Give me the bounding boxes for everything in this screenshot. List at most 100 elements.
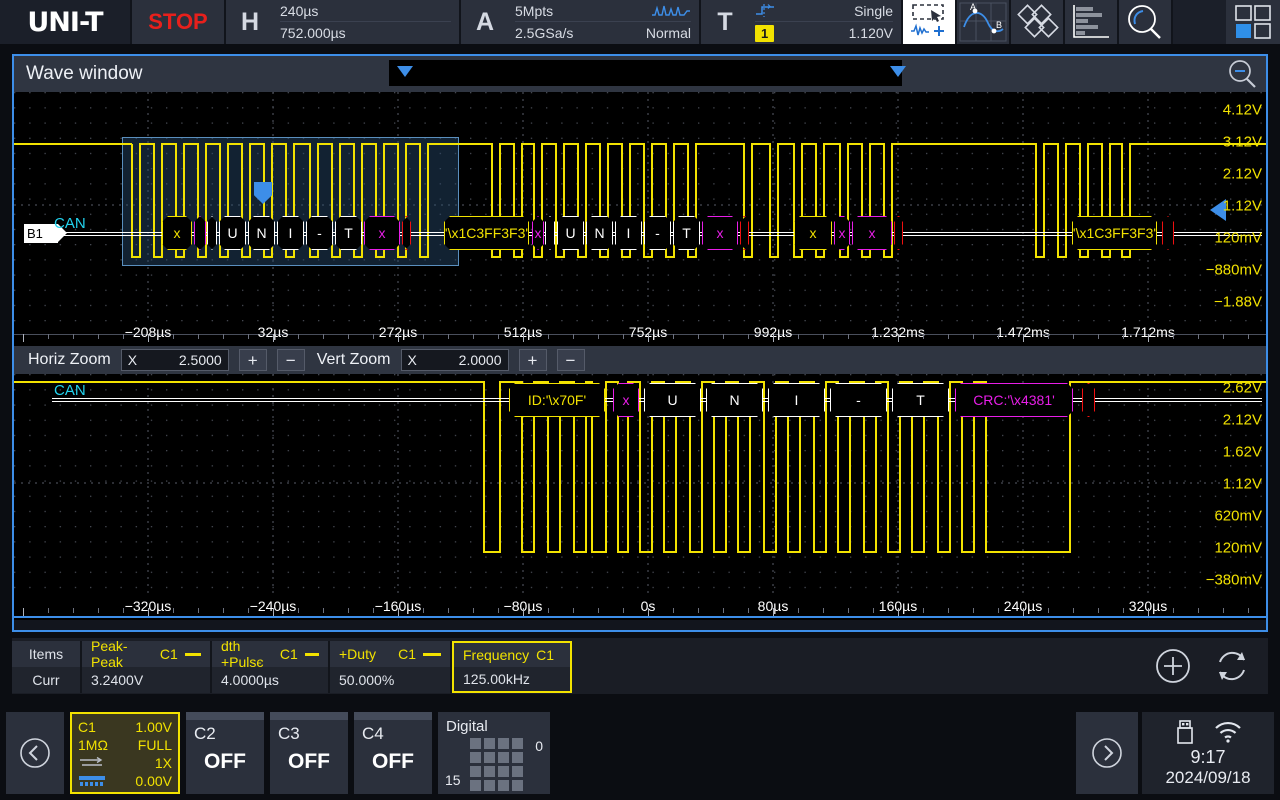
horiz-scale-value: 240µs <box>280 3 318 19</box>
prev-page-icon[interactable] <box>6 712 64 794</box>
decode-packet[interactable]: x <box>532 216 544 250</box>
decode-packet[interactable]: N <box>248 216 275 250</box>
decode-packet[interactable] <box>740 216 749 250</box>
chevron-down-icon-right[interactable] <box>890 66 906 77</box>
decode-packet[interactable]: x <box>834 216 850 250</box>
decode-packet[interactable]: CRC:'\x4381' <box>955 383 1073 417</box>
axis-tick <box>548 608 549 613</box>
axis-tick <box>523 608 524 616</box>
zone-select-icon[interactable] <box>903 0 955 44</box>
measurement-value: 50.000% <box>330 667 450 693</box>
acquire-memory-depth: 5Mpts <box>515 3 553 19</box>
system-status-clock[interactable]: 9:17 2024/09/18 <box>1142 712 1274 794</box>
horiz-zoom-decrease-button[interactable]: − <box>277 349 305 371</box>
run-stop-status[interactable]: STOP <box>132 0 224 44</box>
v-label: 3.12V <box>1223 134 1262 151</box>
decode-packet[interactable] <box>894 216 903 250</box>
ab-cursor-icon[interactable]: A B <box>957 0 1009 44</box>
decode-packet[interactable]: U <box>644 383 701 417</box>
zoom-waveform-plot[interactable]: B1 CAN ID:'\x70F'xUNI-TCRC:'\x4381' 2.62… <box>14 374 1266 596</box>
zoom-out-icon[interactable] <box>1226 59 1258 89</box>
acquire-settings[interactable]: 5Mpts 2.5GSa/s Normal <box>509 0 699 44</box>
vert-zoom-increase-button[interactable]: + <box>519 349 547 371</box>
decode-packet[interactable] <box>207 216 217 250</box>
decode-packet[interactable]: - <box>306 216 333 250</box>
chevron-down-icon[interactable] <box>397 66 413 77</box>
main-waveform-plot[interactable]: B1 CAN 1 xUNI-Tx'\x1C3FF3F3'xUNI-Txxxx'\… <box>14 92 1266 322</box>
decode-packet[interactable]: - <box>644 216 671 250</box>
decode-packet[interactable]: x <box>702 216 738 250</box>
measurement-cell[interactable]: +DutyC150.000% <box>330 641 452 693</box>
axis-tick <box>198 334 199 339</box>
horiz-zoom-increase-button[interactable]: + <box>239 349 267 371</box>
decode-packet[interactable]: T <box>673 216 700 250</box>
vert-zoom-field[interactable]: X 2.0000 <box>401 349 509 371</box>
search-magnifier-icon[interactable] <box>1119 0 1171 44</box>
measurement-name: dth +Pulsє <box>221 638 273 670</box>
decode-packet[interactable]: x <box>364 216 400 250</box>
axis-tick <box>223 334 224 339</box>
channel-card-c3[interactable]: C3 OFF <box>270 712 348 794</box>
channel-card-c4[interactable]: C4 OFF <box>354 712 432 794</box>
axis-tick <box>23 608 24 616</box>
axis-tick <box>73 608 74 613</box>
decode-packet[interactable]: x <box>794 216 832 250</box>
digital-channels-card[interactable]: Digital 0 15 <box>438 712 550 794</box>
decode-packet[interactable]: I <box>768 383 825 417</box>
horizontal-settings[interactable]: 240µs 752.000µs <box>274 0 459 44</box>
decode-packet[interactable] <box>194 216 206 250</box>
axis-tick <box>598 334 599 339</box>
axis-tick <box>373 608 374 613</box>
measurement-cell[interactable]: dth +PulsєC14.0000µs <box>212 641 330 693</box>
grid-layout-icon[interactable] <box>1226 0 1280 44</box>
horiz-zoom-field[interactable]: X 2.5000 <box>121 349 229 371</box>
decode-packet[interactable] <box>1162 216 1174 250</box>
axis-tick <box>223 608 224 613</box>
measurement-cell[interactable]: Peak-PeakC13.2400V <box>82 641 212 693</box>
decode-packet[interactable]: '\x1C3FF3F3' <box>444 216 529 250</box>
c4-name: C4 <box>362 724 384 744</box>
decode-packet[interactable]: x <box>162 216 192 250</box>
channel-card-c1[interactable]: C1 1.00V 1MΩ FULL 1X <box>70 712 180 794</box>
measurement-cell[interactable]: FrequencyC1125.00kHz <box>452 641 572 693</box>
measurement-row-headers: Items Curr <box>12 641 82 693</box>
decode-packet[interactable]: T <box>892 383 949 417</box>
decode-packet[interactable]: I <box>277 216 304 250</box>
add-measurement-icon[interactable] <box>1154 647 1192 685</box>
decode-diamonds-icon[interactable] <box>1011 0 1063 44</box>
sample-rate-value: 2.5GSa/s <box>515 25 573 41</box>
measurement-bar: Items Curr Peak-PeakC13.2400Vdth +PulsєC… <box>12 638 1268 694</box>
c1-impedance: 1MΩ <box>78 737 108 753</box>
horizontal-section-letter[interactable]: H <box>226 0 274 44</box>
decode-packet[interactable]: U <box>219 216 246 250</box>
axis-tick <box>698 334 699 339</box>
decode-packet[interactable]: x <box>852 216 892 250</box>
histogram-icon[interactable] <box>1065 0 1117 44</box>
trigger-settings[interactable]: Single 1 1.120V <box>749 0 901 44</box>
decode-packet[interactable]: N <box>706 383 763 417</box>
axis-tick <box>398 334 399 342</box>
wave-window-dropdown[interactable] <box>389 60 902 86</box>
decode-packet[interactable]: - <box>830 383 887 417</box>
channel-card-c2[interactable]: C2 OFF <box>186 712 264 794</box>
measurement-actions <box>1154 647 1268 685</box>
decode-packet[interactable] <box>545 216 555 250</box>
vert-zoom-decrease-button[interactable]: − <box>557 349 585 371</box>
decode-packet[interactable]: N <box>586 216 613 250</box>
decode-packet[interactable]: T <box>335 216 362 250</box>
next-page-icon[interactable] <box>1076 712 1138 794</box>
refresh-statistics-icon[interactable] <box>1214 648 1250 684</box>
decode-packet[interactable] <box>1082 383 1095 417</box>
decode-packet[interactable] <box>402 216 411 250</box>
axis-tick <box>98 334 99 339</box>
axis-tick <box>673 334 674 339</box>
decode-packet[interactable]: I <box>615 216 642 250</box>
decode-packet[interactable]: U <box>557 216 584 250</box>
decode-packet[interactable]: ID:'\x70F' <box>509 383 605 417</box>
axis-tick <box>1048 608 1049 613</box>
axis-tick <box>948 608 949 613</box>
acquire-section-letter[interactable]: A <box>461 0 509 44</box>
decode-packet[interactable]: x <box>613 383 639 417</box>
decode-packet[interactable]: '\x1C3FF3F3' <box>1072 216 1157 250</box>
trigger-section-letter[interactable]: T <box>701 0 749 44</box>
